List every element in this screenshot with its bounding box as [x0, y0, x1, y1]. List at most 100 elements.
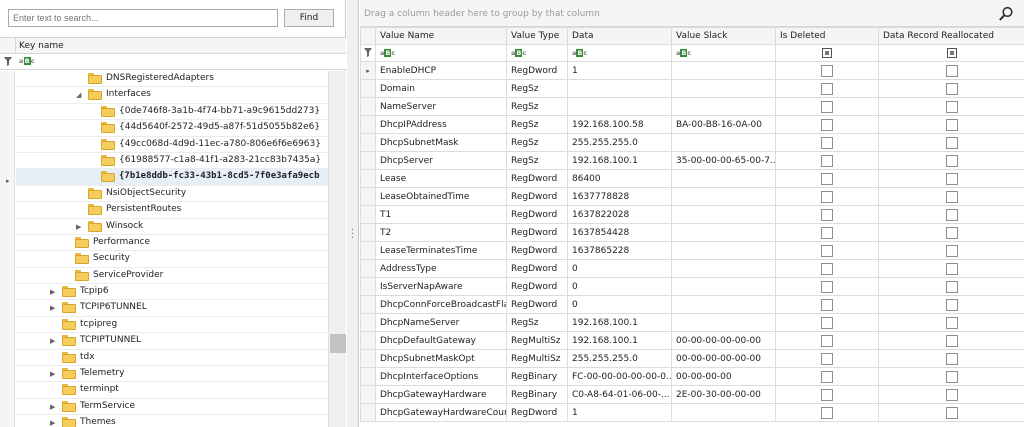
value-slack-cell[interactable] — [671, 133, 776, 152]
value-type-cell[interactable]: RegDword — [506, 223, 568, 242]
data-cell[interactable]: 0 — [567, 277, 672, 296]
value-type-cell[interactable]: RegDword — [506, 295, 568, 314]
value-type-cell[interactable]: RegSz — [506, 313, 568, 332]
value-type-cell[interactable]: RegSz — [506, 79, 568, 98]
table-row[interactable]: DhcpInterfaceOptions RegBinary FC-00-00-00… — [360, 367, 1024, 386]
tree-row[interactable]: Security — [16, 251, 328, 268]
value-name-cell[interactable]: LeaseTerminatesTime — [375, 241, 507, 260]
value-name-cell[interactable]: LeaseObtainedTime — [375, 187, 507, 206]
data-cell[interactable]: 0 — [567, 295, 672, 314]
table-row[interactable]: DhcpIPAddress RegSz 192.168.100.58 BA-00-B8… — [360, 115, 1024, 134]
tree-row[interactable]: tdx — [16, 350, 328, 367]
checkbox[interactable] — [821, 226, 833, 239]
checkbox[interactable] — [821, 82, 833, 95]
value-slack-filter[interactable]: aBc — [671, 44, 776, 62]
value-name-cell[interactable]: AddressType — [375, 259, 507, 278]
checkbox[interactable] — [945, 262, 958, 275]
value-type-cell[interactable]: RegSz — [506, 151, 568, 170]
value-slack-cell[interactable] — [671, 187, 776, 206]
tree-row[interactable]: NsiObjectSecurity — [16, 186, 328, 203]
value-type-cell[interactable]: RegDword — [506, 61, 568, 80]
value-name-cell[interactable]: DhcpConnForceBroadcastFlag — [375, 295, 507, 314]
data-cell[interactable]: 1637854428 — [567, 223, 672, 242]
is-deleted-filter-checkbox[interactable] — [822, 47, 832, 58]
value-slack-cell[interactable]: 2E-00-30-00-00-00 — [671, 385, 776, 404]
tree-scrollbar[interactable] — [328, 71, 346, 427]
data-record-reallocated-cell[interactable] — [878, 259, 1024, 278]
is-deleted-cell[interactable] — [775, 295, 879, 314]
data-record-reallocated-cell[interactable] — [878, 115, 1024, 134]
checkbox[interactable] — [945, 136, 958, 149]
value-slack-cell[interactable] — [671, 79, 776, 98]
find-button[interactable]: Find — [284, 9, 334, 27]
data-record-reallocated-cell[interactable] — [878, 79, 1024, 98]
value-name-cell[interactable]: DhcpGatewayHardwareCount — [375, 403, 507, 422]
is-deleted-cell[interactable] — [775, 151, 879, 170]
is-deleted-cell[interactable] — [775, 205, 879, 224]
value-name-cell[interactable]: DhcpInterfaceOptions — [375, 367, 507, 386]
data-record-reallocated-cell[interactable] — [878, 241, 1024, 260]
checkbox[interactable] — [821, 370, 833, 383]
column-header-value-slack[interactable]: Value Slack — [671, 27, 776, 45]
checkbox[interactable] — [945, 370, 958, 383]
checkbox[interactable] — [821, 136, 833, 149]
table-row[interactable]: DhcpNameServer RegSz 192.168.100.1 — [360, 313, 1024, 332]
checkbox[interactable] — [945, 334, 958, 347]
column-header-is-deleted[interactable]: Is Deleted — [775, 27, 879, 45]
value-slack-cell[interactable] — [671, 169, 776, 188]
is-deleted-cell[interactable] — [775, 259, 879, 278]
tree-row[interactable]: tcpipreg — [16, 317, 328, 334]
value-type-cell[interactable]: RegDword — [506, 205, 568, 224]
data-cell[interactable]: C0-A8-64-01-06-00-... — [567, 385, 672, 404]
triangle-right-icon[interactable]: ▶ — [50, 403, 58, 411]
triangle-right-icon[interactable]: ▶ — [50, 419, 58, 427]
tree-row[interactable]: {7b1e8ddb-fc33-43b1-8cd5-7f0e3afa9ecb — [16, 169, 328, 186]
value-name-cell[interactable]: T1 — [375, 205, 507, 224]
data-record-reallocated-cell[interactable] — [878, 313, 1024, 332]
data-record-reallocated-cell[interactable] — [878, 295, 1024, 314]
value-name-cell[interactable]: IsServerNapAware — [375, 277, 507, 296]
checkbox[interactable] — [821, 388, 833, 401]
data-record-reallocated-filter[interactable] — [878, 44, 1024, 62]
value-slack-cell[interactable] — [671, 277, 776, 296]
value-type-cell[interactable]: RegDword — [506, 187, 568, 206]
data-record-reallocated-cell[interactable] — [878, 403, 1024, 422]
value-slack-cell[interactable] — [671, 403, 776, 422]
value-name-cell[interactable]: NameServer — [375, 97, 507, 116]
checkbox[interactable] — [945, 82, 958, 95]
data-cell[interactable]: 1 — [567, 61, 672, 80]
data-record-reallocated-cell[interactable] — [878, 169, 1024, 188]
data-record-reallocated-cell[interactable] — [878, 331, 1024, 350]
checkbox[interactable] — [821, 262, 833, 275]
abc-filter-icon[interactable]: aBc — [19, 57, 35, 65]
value-slack-cell[interactable] — [671, 241, 776, 260]
value-type-cell[interactable]: RegDword — [506, 169, 568, 188]
value-slack-cell[interactable]: 00-00-00-00-00-00 — [671, 331, 776, 350]
value-type-cell[interactable]: RegDword — [506, 277, 568, 296]
data-record-reallocated-cell[interactable] — [878, 385, 1024, 404]
table-row[interactable]: Domain RegSz — [360, 79, 1024, 98]
triangle-right-icon[interactable]: ▶ — [50, 370, 58, 378]
value-slack-cell[interactable]: 00-00-00-00-00-00 — [671, 349, 776, 368]
value-slack-cell[interactable] — [671, 223, 776, 242]
data-record-reallocated-cell[interactable] — [878, 367, 1024, 386]
value-name-cell[interactable]: DhcpSubnetMask — [375, 133, 507, 152]
tree-row[interactable]: Performance — [16, 235, 328, 252]
value-type-cell[interactable]: RegDword — [506, 259, 568, 278]
data-cell[interactable]: 192.168.100.1 — [567, 151, 672, 170]
is-deleted-cell[interactable] — [775, 385, 879, 404]
data-record-reallocated-filter-checkbox[interactable] — [946, 47, 957, 58]
table-row[interactable]: DhcpConnForceBroadcastFlag RegDword 0 — [360, 295, 1024, 314]
is-deleted-cell[interactable] — [775, 97, 879, 116]
data-cell[interactable]: 1 — [567, 403, 672, 422]
table-row[interactable]: DhcpDefaultGateway RegMultiSz 192.168.100.… — [360, 331, 1024, 350]
tree-row[interactable]: ▶ Winsock — [16, 219, 328, 235]
data-cell[interactable] — [567, 97, 672, 116]
value-name-cell[interactable]: DhcpIPAddress — [375, 115, 507, 134]
tree-row[interactable]: {49cc068d-4d9d-11ec-a780-806e6f6e6963} — [16, 137, 328, 153]
checkbox[interactable] — [945, 64, 958, 77]
triangle-right-icon[interactable]: ▶ — [76, 223, 84, 231]
checkbox[interactable] — [821, 352, 833, 365]
is-deleted-cell[interactable] — [775, 403, 879, 422]
value-type-cell[interactable]: RegDword — [506, 403, 568, 422]
